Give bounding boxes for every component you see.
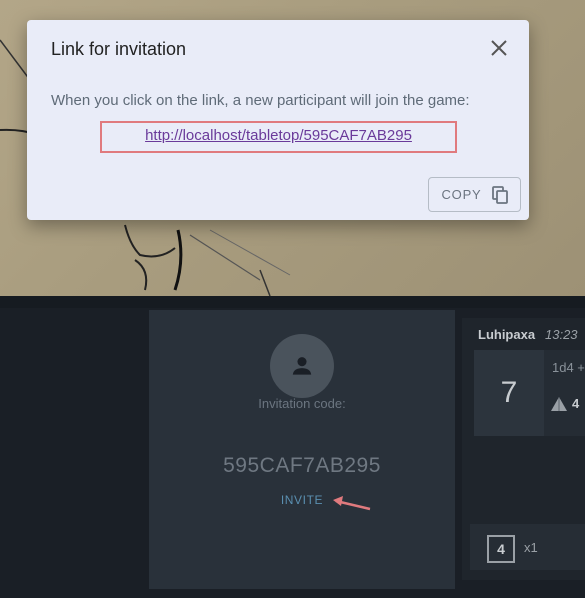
- copy-button-label: COPY: [441, 187, 482, 202]
- copy-button[interactable]: COPY: [428, 177, 521, 212]
- tray-die-count: x1: [524, 540, 538, 555]
- close-button[interactable]: [487, 36, 511, 60]
- roll-total: 7: [474, 350, 544, 436]
- person-icon: [292, 357, 312, 375]
- copy-icon: [491, 185, 508, 204]
- invitation-code-label: Invitation code:: [258, 396, 346, 411]
- panel-divider: [0, 296, 585, 308]
- invite-button[interactable]: INVITE: [270, 493, 334, 507]
- roll-formula: 1d4 +: [552, 360, 585, 375]
- dialog-message: When you click on the link, a new partic…: [51, 92, 470, 109]
- dialog-title: Link for invitation: [51, 39, 187, 59]
- invitation-code: 595CAF7AB295: [223, 454, 381, 477]
- chat-author: Luhipaxa: [478, 327, 536, 342]
- tray-die[interactable]: 4: [487, 535, 515, 563]
- invitation-dialog: Link for invitation When you click on th…: [27, 20, 529, 220]
- annotation-arrow: [333, 496, 371, 511]
- invitation-link[interactable]: http://localhost/tabletop/595CAF7AB295: [100, 127, 457, 144]
- close-icon: [491, 40, 507, 56]
- avatar: [270, 334, 334, 398]
- chat-time: 13:23: [545, 327, 578, 342]
- die-value: 4: [572, 396, 580, 411]
- d4-triangle-icon: [551, 397, 567, 411]
